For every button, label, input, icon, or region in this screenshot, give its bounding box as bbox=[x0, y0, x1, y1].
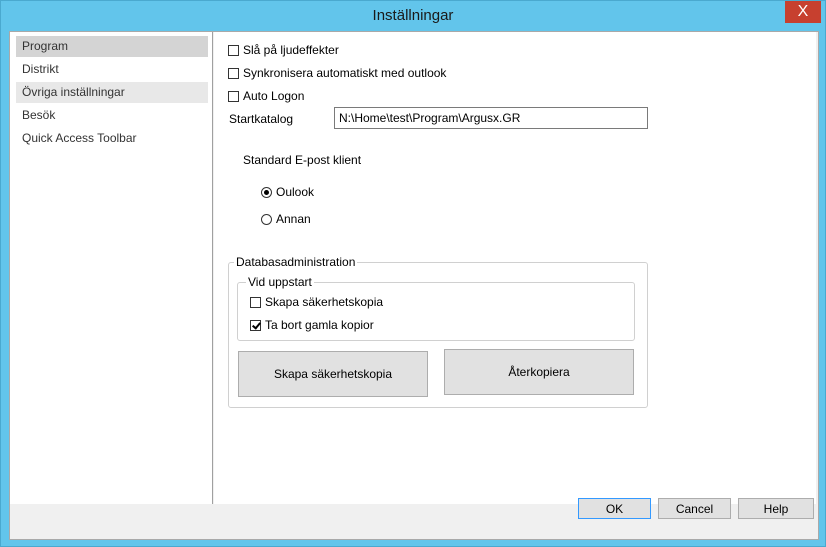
delete-old-option[interactable]: Ta bort gamla kopior bbox=[250, 318, 374, 332]
close-button[interactable]: X bbox=[785, 1, 821, 23]
startup-backup-label: Skapa säkerhetskopia bbox=[265, 295, 384, 309]
email-option-outlook[interactable]: Oulook bbox=[261, 185, 314, 199]
other-radio-label: Annan bbox=[276, 212, 311, 226]
settings-window: Inställningar X Program Distrikt Övriga … bbox=[0, 0, 826, 547]
sound-effects-checkbox[interactable] bbox=[228, 44, 239, 56]
title-bar: Inställningar X bbox=[1, 1, 825, 31]
startup-backup-option[interactable]: Skapa säkerhetskopia bbox=[250, 295, 383, 309]
sidebar-item-program[interactable]: Program bbox=[16, 36, 208, 57]
ok-button[interactable]: OK bbox=[578, 498, 651, 519]
sidebar-item-distrikt[interactable]: Distrikt bbox=[16, 59, 208, 80]
create-backup-button[interactable]: Skapa säkerhetskopia bbox=[238, 351, 428, 397]
startup-group bbox=[237, 282, 635, 341]
sound-effects-option[interactable]: Slå på ljudeffekter bbox=[228, 43, 339, 57]
sidebar-item-besok[interactable]: Besök bbox=[16, 105, 208, 126]
sidebar-item-quick-access[interactable]: Quick Access Toolbar bbox=[16, 128, 208, 149]
startup-title: Vid uppstart bbox=[246, 275, 314, 289]
sidebar-item-ovriga[interactable]: Övriga inställningar bbox=[16, 82, 208, 103]
cancel-button[interactable]: Cancel bbox=[658, 498, 731, 519]
delete-old-checkbox[interactable] bbox=[250, 319, 261, 331]
help-button[interactable]: Help bbox=[738, 498, 814, 519]
sound-effects-label: Slå på ljudeffekter bbox=[243, 43, 339, 57]
start-dir-input[interactable]: N:\Home\test\Program\Argusx.GR bbox=[334, 107, 648, 129]
sync-outlook-label: Synkronisera automatiskt med outlook bbox=[243, 66, 447, 80]
auto-logon-checkbox[interactable] bbox=[228, 90, 239, 102]
settings-panel: Slå på ljudeffekter Synkronisera automat… bbox=[214, 32, 816, 504]
database-admin-title: Databasadministration bbox=[234, 255, 358, 269]
settings-sidebar: Program Distrikt Övriga inställningar Be… bbox=[10, 32, 213, 504]
outlook-radio-label: Oulook bbox=[276, 185, 315, 199]
start-dir-label: Startkatalog bbox=[229, 112, 294, 126]
auto-logon-option[interactable]: Auto Logon bbox=[228, 89, 304, 103]
window-title: Inställningar bbox=[372, 7, 454, 24]
startup-backup-checkbox[interactable] bbox=[250, 296, 261, 308]
delete-old-label: Ta bort gamla kopior bbox=[265, 318, 374, 332]
sync-outlook-checkbox[interactable] bbox=[228, 67, 239, 79]
other-radio[interactable] bbox=[261, 213, 272, 225]
sync-outlook-option[interactable]: Synkronisera automatiskt med outlook bbox=[228, 66, 446, 80]
restore-button[interactable]: Återkopiera bbox=[444, 349, 634, 395]
email-option-other[interactable]: Annan bbox=[261, 212, 311, 226]
outlook-radio[interactable] bbox=[261, 186, 272, 198]
dialog-client-area: Program Distrikt Övriga inställningar Be… bbox=[9, 31, 819, 540]
auto-logon-label: Auto Logon bbox=[243, 89, 305, 103]
email-client-label: Standard E-post klient bbox=[243, 153, 362, 167]
